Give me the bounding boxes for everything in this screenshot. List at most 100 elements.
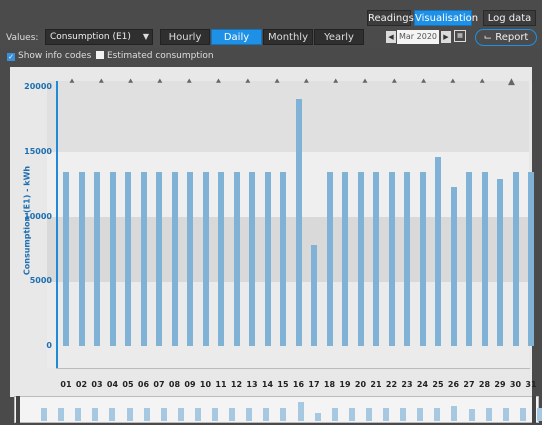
chart-bar[interactable] — [512, 172, 519, 346]
x-tick-label: 28 — [478, 380, 491, 389]
tab-log-data[interactable]: Log data — [483, 10, 536, 26]
info-code-icon[interactable]: ⯅ — [300, 76, 312, 88]
x-axis-line — [56, 368, 530, 369]
chart-bar[interactable] — [357, 172, 364, 346]
info-code-icon[interactable]: ⯅ — [418, 76, 430, 88]
chart-band — [47, 152, 529, 217]
chart-bar[interactable] — [326, 172, 333, 346]
x-tick-label: 01 — [60, 380, 72, 389]
y-tick-label: 10000 — [24, 211, 52, 221]
chart-bar[interactable] — [249, 172, 255, 346]
info-code-icon[interactable]: ⯅ — [66, 76, 78, 88]
chart-bar[interactable] — [202, 172, 209, 346]
y-tick-label: 15000 — [24, 146, 52, 156]
x-tick-label: 20 — [354, 380, 367, 389]
info-code-icon[interactable]: ⯅ — [154, 76, 166, 88]
chart-bar[interactable] — [171, 172, 178, 346]
x-tick-label: 02 — [75, 380, 88, 389]
x-tick-label: 16 — [292, 380, 305, 389]
x-tick-label: 04 — [106, 380, 119, 389]
estimated-consumption-checkbox[interactable]: Estimated consumption — [96, 51, 214, 61]
chart-bar[interactable] — [450, 186, 457, 346]
overview-bar — [109, 407, 116, 421]
overview-bar — [502, 407, 509, 421]
x-tick-label: 11 — [215, 380, 227, 389]
overview-right-handle[interactable] — [532, 396, 536, 423]
date-field[interactable]: Mar 2020 — [397, 30, 439, 44]
checkbox-checked-icon: ✓ — [7, 53, 15, 61]
next-month-button[interactable]: ▶ — [441, 31, 451, 43]
chart-bar[interactable] — [63, 172, 69, 346]
x-tick-label: 22 — [385, 380, 398, 389]
info-code-icon[interactable]: ⯅ — [447, 76, 459, 88]
overview-bar — [365, 407, 372, 421]
period-hourly[interactable]: Hourly — [160, 29, 210, 45]
info-code-icon[interactable]: ⯅ — [183, 76, 195, 88]
overview-bar — [126, 407, 133, 421]
overview-bar — [280, 407, 287, 421]
info-code-icon[interactable]: ⯅ — [242, 76, 254, 88]
chart-bar[interactable] — [295, 98, 302, 346]
chart-bar[interactable] — [140, 172, 147, 346]
chart-bar[interactable] — [497, 178, 503, 346]
x-tick-label: 17 — [308, 380, 320, 389]
chart-bar[interactable] — [311, 244, 317, 346]
x-tick-label: 25 — [432, 380, 444, 389]
chart-bar[interactable] — [481, 172, 488, 346]
chart-bar[interactable] — [528, 172, 534, 346]
info-code-icon[interactable]: ⯅ — [125, 76, 137, 88]
chart-bar[interactable] — [156, 172, 162, 346]
info-code-icon[interactable]: ⯅ — [359, 76, 371, 88]
overview-bar — [58, 407, 65, 421]
info-code-icon[interactable]: ⯅ — [95, 76, 107, 88]
y-axis-label: Consumption (E1) - kWh — [22, 165, 32, 276]
period-monthly[interactable]: Monthly — [263, 29, 313, 45]
show-info-codes-checkbox[interactable]: ✓ Show info codes — [7, 51, 91, 61]
tab-readings[interactable]: Readings — [367, 10, 414, 26]
period-yearly[interactable]: Yearly — [314, 29, 364, 45]
chart-bar[interactable] — [125, 172, 131, 346]
chart-bar[interactable] — [264, 172, 271, 346]
x-tick-label: 03 — [91, 380, 103, 389]
x-tick-label: 29 — [494, 380, 506, 389]
overview-bar — [331, 407, 338, 421]
chart-bar[interactable] — [466, 172, 472, 346]
x-tick-label: 27 — [463, 380, 475, 389]
overview-bar — [468, 408, 475, 421]
chart-bar[interactable] — [218, 172, 224, 346]
checkbox-unchecked-icon — [96, 51, 104, 59]
calendar-icon[interactable]: ▦ — [454, 30, 466, 42]
info-code-icon[interactable]: ⯅ — [388, 76, 400, 88]
values-select[interactable]: Consumption (E1) ▼ — [45, 29, 153, 45]
chart-bar[interactable] — [388, 172, 395, 346]
y-axis-line — [56, 81, 58, 368]
values-label: Values: — [6, 33, 39, 43]
chart-bar[interactable] — [342, 172, 348, 346]
info-code-icon[interactable]: ⯅ — [213, 76, 225, 88]
info-code-icon[interactable]: ⯅ — [271, 76, 283, 88]
report-button[interactable]: ⌙ Report — [475, 29, 537, 46]
period-daily[interactable]: Daily — [211, 29, 262, 45]
overview-bar — [400, 407, 407, 421]
chart-bar[interactable] — [435, 156, 441, 346]
chart-bar[interactable] — [404, 172, 410, 346]
overview-bar — [383, 407, 389, 421]
chart-bar[interactable] — [94, 172, 100, 346]
prev-month-button[interactable]: ◀ — [386, 31, 396, 43]
overview-left-handle[interactable] — [16, 396, 20, 423]
x-tick-label: 07 — [153, 380, 165, 389]
chart-bar[interactable] — [78, 172, 85, 346]
chart-bar[interactable] — [419, 172, 426, 346]
overview-bar — [75, 407, 82, 421]
chart-bar[interactable] — [280, 172, 286, 346]
chart-bar[interactable] — [373, 172, 379, 346]
chart-bar[interactable] — [109, 172, 116, 346]
chart-bar[interactable] — [187, 172, 193, 346]
report-label: Report — [495, 32, 529, 43]
chart-bar[interactable] — [233, 172, 240, 346]
chart-icon: ⌙ — [483, 32, 493, 43]
tab-visualisation[interactable]: Visualisation — [414, 10, 478, 26]
info-code-icon[interactable]: ▲ — [506, 76, 518, 88]
info-code-icon[interactable]: ⯅ — [330, 76, 342, 88]
info-code-icon[interactable]: ⯅ — [476, 76, 488, 88]
